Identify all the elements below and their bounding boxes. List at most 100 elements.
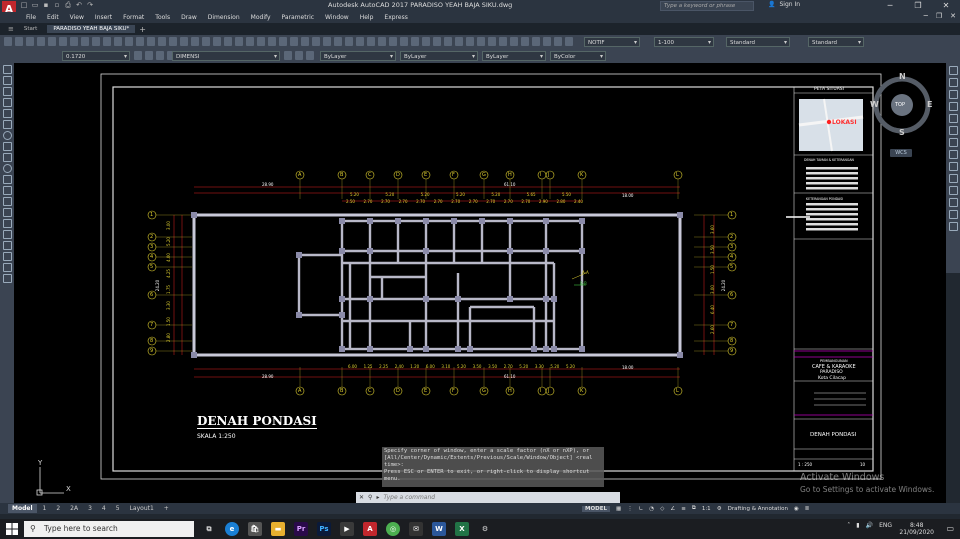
orbit-icon[interactable] — [948, 114, 958, 123]
doc-close-icon[interactable]: ✕ — [950, 12, 956, 20]
grid-icon[interactable]: ▦ — [616, 506, 621, 512]
menu-edit[interactable]: Edit — [47, 14, 59, 21]
chrome-icon[interactable]: ◎ — [386, 522, 400, 536]
ellipse-arc-icon[interactable] — [2, 175, 12, 184]
annotation-visibility-icon[interactable]: ⚙ — [717, 506, 722, 512]
menu-modify[interactable]: Modify — [251, 14, 271, 21]
revision-cloud-icon[interactable] — [2, 142, 12, 151]
excel-icon[interactable]: X — [455, 522, 469, 536]
pan-icon[interactable] — [948, 66, 958, 75]
zoom-window-icon[interactable] — [948, 90, 958, 99]
network-icon[interactable]: ▮ — [856, 522, 859, 529]
add-selected-icon[interactable] — [2, 274, 12, 283]
new-tab-icon[interactable]: + — [139, 25, 146, 34]
compass-n[interactable]: N — [899, 72, 906, 81]
menu-window[interactable]: Window — [325, 14, 349, 21]
osnap-icon[interactable]: ◇ — [660, 506, 664, 512]
language-indicator[interactable]: ENG — [879, 522, 892, 529]
redo-icon[interactable]: ↷ — [86, 1, 94, 9]
table-style-select[interactable]: Standard — [726, 37, 790, 48]
task-view-icon[interactable]: ⧉ — [202, 522, 216, 536]
layer-properties-icon[interactable] — [948, 222, 958, 231]
polygon-icon[interactable] — [2, 98, 12, 107]
annotation-scale[interactable]: 1:1 — [702, 506, 711, 512]
gradient-icon[interactable] — [2, 230, 12, 239]
plot-icon[interactable]: ⎙ — [64, 1, 72, 9]
menu-file[interactable]: File — [26, 14, 36, 21]
insert-block-icon[interactable] — [2, 186, 12, 195]
media-icon[interactable]: ▶ — [340, 522, 354, 536]
signin-area[interactable]: 👤 Sign In — [768, 1, 800, 8]
word-icon[interactable]: W — [432, 522, 446, 536]
tab-layout-5[interactable]: 5 — [112, 504, 124, 513]
named-views-icon[interactable] — [948, 150, 958, 159]
text-style-select[interactable]: NOTIF — [584, 37, 640, 48]
ellipse-icon[interactable] — [2, 164, 12, 173]
properties-icon[interactable] — [948, 186, 958, 195]
ortho-icon[interactable]: ∟ — [639, 506, 644, 512]
taskbar-search-input[interactable]: ⚲ Type here to search — [24, 521, 194, 537]
polar-icon[interactable]: ◔ — [649, 506, 654, 512]
construction-line-icon[interactable] — [2, 76, 12, 85]
save-as-icon[interactable]: ▫ — [53, 1, 61, 9]
color-select[interactable]: ByLayer — [320, 51, 396, 62]
linetype-select[interactable]: ByLayer — [400, 51, 478, 62]
tray-chevron-icon[interactable]: ˄ — [847, 522, 850, 529]
steering-wheel-icon[interactable] — [948, 126, 958, 135]
signin-label[interactable]: Sign In — [779, 1, 800, 8]
menu-dimension[interactable]: Dimension — [208, 14, 240, 21]
tab-layout-4[interactable]: 4 — [98, 504, 110, 513]
design-center-icon[interactable] — [948, 198, 958, 207]
windows-start-icon[interactable] — [6, 523, 18, 535]
plotstyle-select[interactable]: ByColor — [550, 51, 606, 62]
menu-draw[interactable]: Draw — [181, 14, 197, 21]
mtext-icon[interactable] — [2, 263, 12, 272]
cmd-search-icon[interactable]: ⚲ — [368, 494, 372, 501]
wcs-button[interactable]: WCS — [890, 149, 912, 157]
restore-icon[interactable]: ❐ — [904, 0, 932, 12]
compass-s[interactable]: S — [899, 128, 905, 137]
taskbar-clock[interactable]: 8:48 21/09/2020 — [899, 522, 934, 536]
layer-icons[interactable] — [134, 51, 175, 60]
showmotion-icon[interactable] — [948, 138, 958, 147]
compass-w[interactable]: W — [870, 100, 879, 109]
new-icon[interactable]: □ — [20, 1, 28, 9]
polyline-icon[interactable] — [2, 87, 12, 96]
volume-icon[interactable]: 🔊 — [866, 522, 873, 529]
customize-icon[interactable]: ≣ — [805, 506, 810, 512]
menu-parametric[interactable]: Parametric — [282, 14, 315, 21]
zoom-previous-icon[interactable] — [948, 102, 958, 111]
help-search-input[interactable]: Type a keyword or phrase — [660, 1, 754, 11]
circle-icon[interactable] — [2, 131, 12, 140]
minimize-icon[interactable]: ─ — [876, 0, 904, 12]
tab-model[interactable]: Model — [8, 504, 37, 513]
point-icon[interactable] — [2, 208, 12, 217]
menu-format[interactable]: Format — [123, 14, 144, 21]
file-explorer-icon[interactable]: ▬ — [271, 522, 285, 536]
layer-tools-icons[interactable] — [284, 51, 314, 60]
zoom-realtime-icon[interactable] — [948, 78, 958, 87]
cmd-recent-icon[interactable]: ▸ — [376, 494, 379, 501]
isolate-icon[interactable]: ◉ — [794, 506, 799, 512]
line-icon[interactable] — [2, 65, 12, 74]
make-block-icon[interactable] — [2, 197, 12, 206]
mleader-style-select[interactable]: Standard — [808, 37, 864, 48]
close-icon[interactable]: ✕ — [932, 0, 960, 12]
premiere-icon[interactable]: Pr — [294, 522, 308, 536]
tab-layout1[interactable]: Layout1 — [126, 504, 158, 513]
command-input[interactable]: Type a command — [383, 494, 435, 501]
settings-icon[interactable]: ⚙ — [478, 522, 492, 536]
viewcube-top[interactable]: TOP — [895, 102, 905, 108]
layer-select[interactable]: DIMENSI — [172, 51, 280, 62]
model-space-button[interactable]: MODEL — [582, 505, 610, 512]
menu-toggle-icon[interactable]: ≡ — [8, 25, 14, 33]
selection-cycling-icon[interactable]: ⧉ — [692, 505, 696, 512]
tab-layout-3[interactable]: 3 — [84, 504, 96, 513]
mail-icon[interactable]: ✉ — [409, 522, 423, 536]
tool-palettes-icon[interactable] — [948, 210, 958, 219]
tab-layout-2[interactable]: 2 — [52, 504, 64, 513]
arc-icon[interactable] — [2, 120, 12, 129]
tab-paradiso[interactable]: PARADISO YEAH BAJA SIKU* — [47, 25, 136, 33]
photoshop-icon[interactable]: Ps — [317, 522, 331, 536]
otrack-icon[interactable]: ∠ — [670, 506, 675, 512]
